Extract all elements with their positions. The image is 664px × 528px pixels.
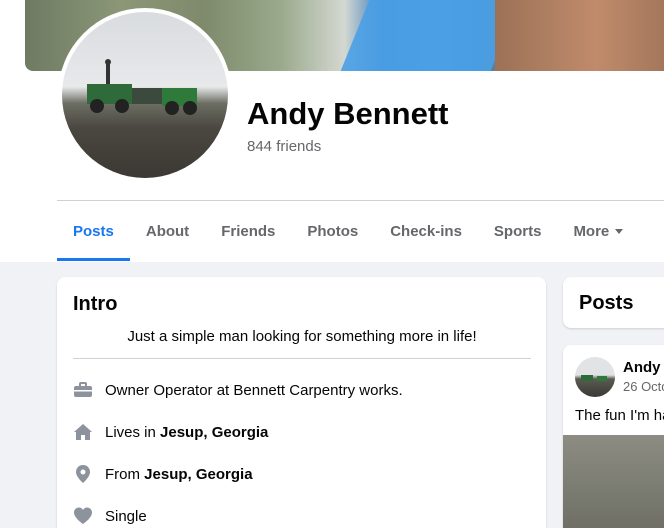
intro-lives-place-link[interactable]: Jesup, Georgia [160, 424, 268, 441]
home-icon [73, 422, 93, 442]
profile-name: Andy Bennett [247, 96, 449, 131]
tab-check-ins[interactable]: Check-ins [374, 201, 478, 261]
profile-picture[interactable] [58, 8, 232, 182]
post-timestamp[interactable]: 26 Octo [623, 379, 664, 394]
post-text: The fun I'm ha [575, 407, 664, 424]
tab-sports[interactable]: Sports [478, 201, 558, 261]
cover-photo-detail [340, 0, 520, 71]
intro-from: From Jesup, Georgia [73, 464, 253, 484]
intro-card: Intro Just a simple man looking for some… [57, 277, 546, 528]
intro-bio: Just a simple man looking for something … [127, 328, 477, 345]
tab-friends[interactable]: Friends [205, 201, 291, 261]
posts-title: Posts [579, 292, 634, 314]
posts-header-card: Posts [563, 277, 664, 328]
intro-work: Owner Operator at Bennett Carpentry work… [73, 380, 403, 400]
caret-down-icon [615, 228, 624, 234]
tab-photos[interactable]: Photos [291, 201, 374, 261]
tab-more[interactable]: More [557, 201, 639, 261]
briefcase-icon [73, 380, 93, 400]
intro-lives: Lives in Jesup, Georgia [73, 422, 268, 442]
tab-about[interactable]: About [130, 201, 205, 261]
post-author-avatar[interactable] [575, 357, 615, 397]
tab-more-label: More [573, 222, 610, 240]
tab-posts[interactable]: Posts [57, 201, 130, 261]
post-author-name[interactable]: Andy B [623, 359, 664, 376]
intro-relationship-text: Single [105, 507, 147, 525]
intro-title: Intro [73, 293, 118, 315]
intro-divider [73, 358, 531, 359]
profile-tabs: Posts About Friends Photos Check-ins Spo… [57, 201, 639, 261]
intro-work-text: Owner Operator at Bennett Carpentry work… [105, 381, 403, 399]
friend-count-link[interactable]: 844 friends [247, 138, 321, 155]
post-image[interactable] [563, 435, 664, 528]
intro-relationship: Single [73, 506, 147, 526]
intro-from-prefix: From [105, 465, 145, 483]
intro-from-place-link[interactable]: Jesup, Georgia [144, 466, 252, 483]
heart-icon [73, 506, 93, 526]
post-card: Andy B 26 Octo The fun I'm ha [563, 345, 664, 528]
intro-lives-prefix: Lives in [105, 423, 161, 441]
profile-picture-image [62, 12, 228, 178]
location-pin-icon [73, 464, 93, 484]
cover-photo-detail [495, 0, 664, 71]
